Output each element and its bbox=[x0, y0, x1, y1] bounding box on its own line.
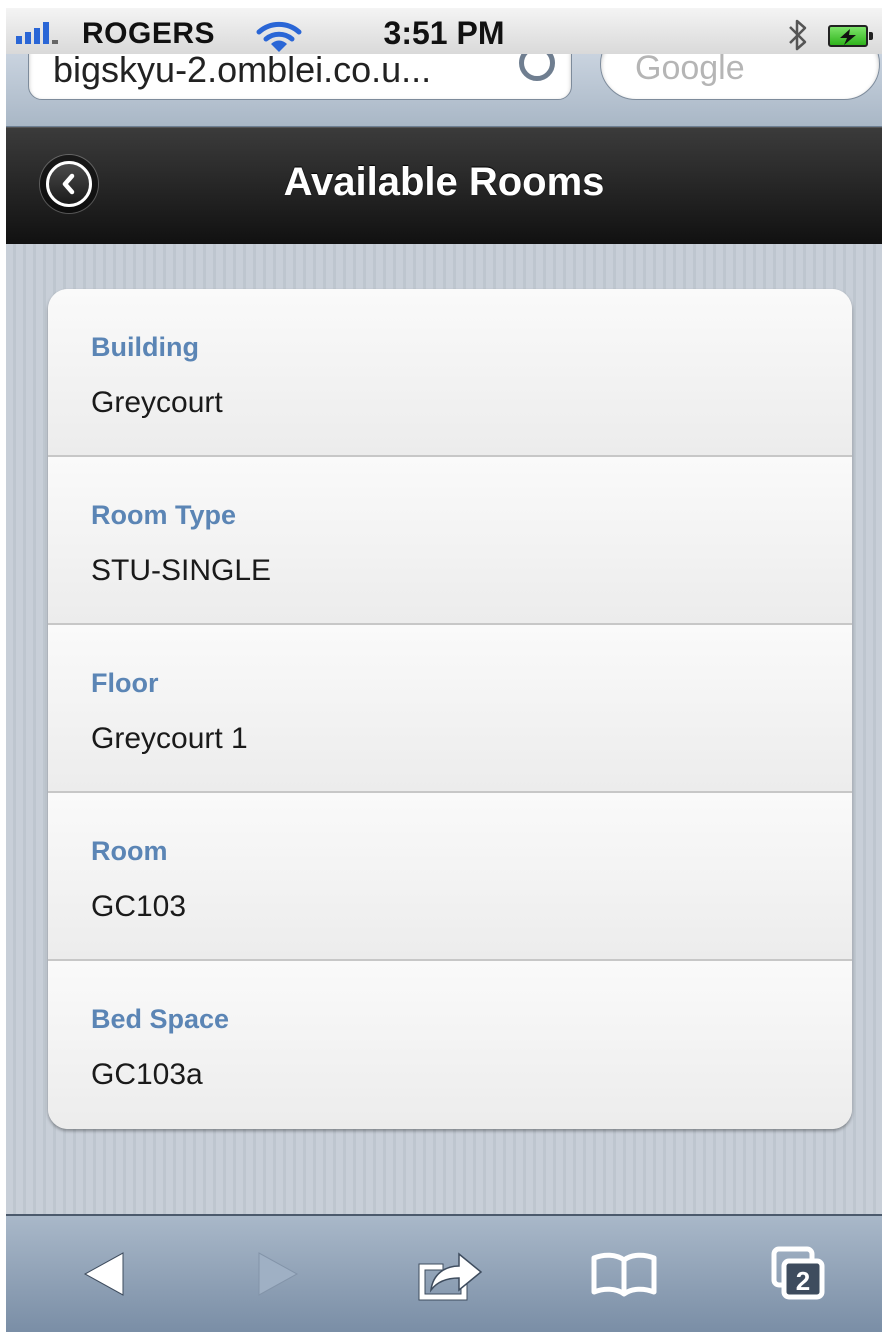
battery-charging-icon bbox=[828, 25, 873, 47]
page-title: Available Rooms bbox=[283, 160, 605, 204]
browser-back-button[interactable] bbox=[46, 1216, 166, 1332]
field-value: Greycourt 1 bbox=[91, 722, 248, 755]
field-building: Building Greycourt bbox=[48, 289, 852, 457]
status-bar: ROGERS 3:51 PM bbox=[6, 8, 882, 54]
field-value: GC103 bbox=[91, 890, 187, 923]
bookmarks-button[interactable] bbox=[564, 1216, 684, 1332]
field-value: STU-SINGLE bbox=[91, 554, 272, 587]
field-room: Room GC103 bbox=[48, 793, 852, 961]
reload-icon[interactable] bbox=[519, 54, 555, 81]
field-label: Room Type bbox=[91, 500, 237, 530]
browser-forward-button[interactable] bbox=[216, 1216, 336, 1332]
share-button[interactable] bbox=[389, 1216, 509, 1332]
field-label: Bed Space bbox=[91, 1004, 230, 1034]
bookmarks-icon bbox=[591, 1252, 657, 1297]
search-input[interactable] bbox=[635, 54, 855, 88]
field-label: Room bbox=[91, 836, 168, 866]
field-value: Greycourt bbox=[91, 386, 223, 419]
address-text[interactable]: bigskyu-2.omblei.co.u... bbox=[53, 54, 523, 91]
share-icon bbox=[418, 1252, 483, 1301]
field-label: Floor bbox=[91, 668, 159, 698]
browser-url-bar: bigskyu-2.omblei.co.u... bbox=[6, 54, 882, 127]
address-field[interactable]: bigskyu-2.omblei.co.u... bbox=[28, 54, 572, 100]
room-details-list: Building Greycourt Room Type STU-SINGLE … bbox=[48, 289, 852, 1129]
field-room-type: Room Type STU-SINGLE bbox=[48, 457, 852, 625]
pages-icon: 2 bbox=[771, 1246, 825, 1300]
search-field[interactable] bbox=[600, 54, 880, 100]
field-floor: Floor Greycourt 1 bbox=[48, 625, 852, 793]
browser-toolbar: 2 bbox=[6, 1214, 882, 1332]
pages-button[interactable]: 2 bbox=[738, 1216, 858, 1332]
status-time: 3:51 PM bbox=[383, 15, 505, 51]
pages-count: 2 bbox=[796, 1266, 810, 1296]
field-label: Building bbox=[91, 332, 199, 362]
field-bed-space: Bed Space GC103a bbox=[48, 961, 852, 1129]
back-arrow-icon bbox=[83, 1252, 124, 1296]
content-area: Building Greycourt Room Type STU-SINGLE … bbox=[6, 244, 882, 1214]
bluetooth-icon bbox=[789, 19, 807, 51]
field-value: GC103a bbox=[91, 1058, 203, 1091]
page-header: Available Rooms bbox=[6, 127, 882, 244]
forward-arrow-icon bbox=[258, 1252, 299, 1296]
